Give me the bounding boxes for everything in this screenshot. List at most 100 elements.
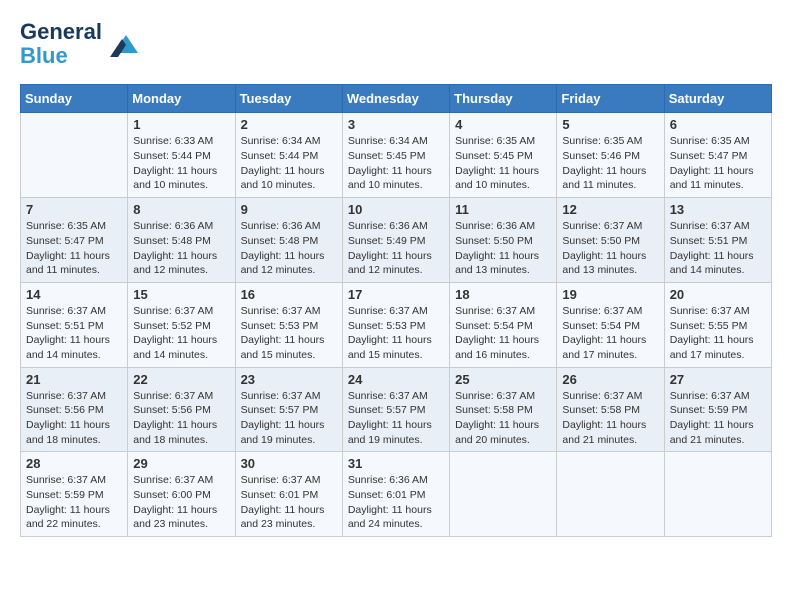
day-number: 23 <box>241 372 337 387</box>
calendar-cell: 16Sunrise: 6:37 AM Sunset: 5:53 PM Dayli… <box>235 282 342 367</box>
day-number: 3 <box>348 117 444 132</box>
day-info: Sunrise: 6:35 AM Sunset: 5:45 PM Dayligh… <box>455 134 551 193</box>
day-number: 22 <box>133 372 229 387</box>
calendar-cell: 14Sunrise: 6:37 AM Sunset: 5:51 PM Dayli… <box>21 282 128 367</box>
day-info: Sunrise: 6:37 AM Sunset: 6:00 PM Dayligh… <box>133 473 229 532</box>
calendar-cell <box>21 113 128 198</box>
header-day-tuesday: Tuesday <box>235 85 342 113</box>
day-number: 28 <box>26 456 122 471</box>
calendar-cell: 19 Sunrise: 6:37 AM Sunset: 5:54 PM Dayli… <box>557 282 664 367</box>
day-number: 20 <box>670 287 766 302</box>
calendar-cell: 8 Sunrise: 6:36 AM Sunset: 5:48 PM Daylig… <box>128 198 235 283</box>
calendar-cell: 7 Sunrise: 6:35 AM Sunset: 5:47 PM Daylig… <box>21 198 128 283</box>
day-info: Sunrise: 6:35 AM Sunset: 5:47 PM Dayligh… <box>26 219 122 278</box>
logo-text: GeneralBlue <box>20 20 102 68</box>
day-number: 9 <box>241 202 337 217</box>
calendar-cell <box>557 452 664 537</box>
day-info: Sunrise: 6:37 AM Sunset: 5:56 PM Dayligh… <box>26 389 122 448</box>
calendar-cell: 12 Sunrise: 6:37 AM Sunset: 5:50 PM Dayli… <box>557 198 664 283</box>
day-info: Sunrise: 6:37 AM Sunset: 5:58 PM Dayligh… <box>562 389 658 448</box>
calendar-cell <box>664 452 771 537</box>
calendar-body: 1Sunrise: 6:33 AM Sunset: 5:44 PM Daylig… <box>21 113 772 537</box>
day-info: Sunrise: 6:36 AM Sunset: 5:48 PM Dayligh… <box>133 219 229 278</box>
day-number: 30 <box>241 456 337 471</box>
day-number: 26 <box>562 372 658 387</box>
calendar-cell: 6 Sunrise: 6:35 AM Sunset: 5:47 PM Daylig… <box>664 113 771 198</box>
day-info: Sunrise: 6:35 AM Sunset: 5:47 PM Dayligh… <box>670 134 766 193</box>
day-info: Sunrise: 6:37 AM Sunset: 5:57 PM Dayligh… <box>241 389 337 448</box>
day-info: Sunrise: 6:36 AM Sunset: 5:48 PM Dayligh… <box>241 219 337 278</box>
header-day-saturday: Saturday <box>664 85 771 113</box>
day-info: Sunrise: 6:33 AM Sunset: 5:44 PM Dayligh… <box>133 134 229 193</box>
day-number: 6 <box>670 117 766 132</box>
calendar-cell: 24 Sunrise: 6:37 AM Sunset: 5:57 PM Dayli… <box>342 367 449 452</box>
calendar-cell: 25Sunrise: 6:37 AM Sunset: 5:58 PM Dayli… <box>450 367 557 452</box>
calendar-cell: 11 Sunrise: 6:36 AM Sunset: 5:50 PM Dayli… <box>450 198 557 283</box>
calendar-cell: 27 Sunrise: 6:37 AM Sunset: 5:59 PM Dayli… <box>664 367 771 452</box>
day-info: Sunrise: 6:34 AM Sunset: 5:44 PM Dayligh… <box>241 134 337 193</box>
calendar-cell: 31Sunrise: 6:36 AM Sunset: 6:01 PM Dayli… <box>342 452 449 537</box>
day-number: 19 <box>562 287 658 302</box>
day-number: 14 <box>26 287 122 302</box>
header-day-monday: Monday <box>128 85 235 113</box>
day-number: 10 <box>348 202 444 217</box>
logo-icon <box>104 25 142 63</box>
calendar-cell: 21Sunrise: 6:37 AM Sunset: 5:56 PM Dayli… <box>21 367 128 452</box>
calendar-cell: 29 Sunrise: 6:37 AM Sunset: 6:00 PM Dayli… <box>128 452 235 537</box>
day-info: Sunrise: 6:34 AM Sunset: 5:45 PM Dayligh… <box>348 134 444 193</box>
week-row-4: 21Sunrise: 6:37 AM Sunset: 5:56 PM Dayli… <box>21 367 772 452</box>
logo: GeneralBlue <box>20 20 142 68</box>
week-row-5: 28 Sunrise: 6:37 AM Sunset: 5:59 PM Dayli… <box>21 452 772 537</box>
day-number: 12 <box>562 202 658 217</box>
day-info: Sunrise: 6:37 AM Sunset: 5:56 PM Dayligh… <box>133 389 229 448</box>
calendar-cell: 3 Sunrise: 6:34 AM Sunset: 5:45 PM Daylig… <box>342 113 449 198</box>
day-info: Sunrise: 6:37 AM Sunset: 5:59 PM Dayligh… <box>26 473 122 532</box>
day-number: 13 <box>670 202 766 217</box>
day-info: Sunrise: 6:36 AM Sunset: 5:50 PM Dayligh… <box>455 219 551 278</box>
day-number: 29 <box>133 456 229 471</box>
header-row: SundayMondayTuesdayWednesdayThursdayFrid… <box>21 85 772 113</box>
calendar-cell: 23 Sunrise: 6:37 AM Sunset: 5:57 PM Dayli… <box>235 367 342 452</box>
day-number: 11 <box>455 202 551 217</box>
calendar-cell: 5 Sunrise: 6:35 AM Sunset: 5:46 PM Daylig… <box>557 113 664 198</box>
day-info: Sunrise: 6:37 AM Sunset: 5:59 PM Dayligh… <box>670 389 766 448</box>
calendar-cell: 10Sunrise: 6:36 AM Sunset: 5:49 PM Dayli… <box>342 198 449 283</box>
calendar-cell: 1Sunrise: 6:33 AM Sunset: 5:44 PM Daylig… <box>128 113 235 198</box>
calendar-cell <box>450 452 557 537</box>
day-info: Sunrise: 6:37 AM Sunset: 5:54 PM Dayligh… <box>455 304 551 363</box>
day-info: Sunrise: 6:37 AM Sunset: 5:57 PM Dayligh… <box>348 389 444 448</box>
logo-blue: Blue <box>20 43 68 68</box>
day-info: Sunrise: 6:37 AM Sunset: 6:01 PM Dayligh… <box>241 473 337 532</box>
day-info: Sunrise: 6:37 AM Sunset: 5:53 PM Dayligh… <box>348 304 444 363</box>
day-number: 15 <box>133 287 229 302</box>
day-info: Sunrise: 6:35 AM Sunset: 5:46 PM Dayligh… <box>562 134 658 193</box>
day-number: 17 <box>348 287 444 302</box>
calendar-cell: 30 Sunrise: 6:37 AM Sunset: 6:01 PM Dayli… <box>235 452 342 537</box>
day-number: 18 <box>455 287 551 302</box>
day-number: 8 <box>133 202 229 217</box>
day-number: 2 <box>241 117 337 132</box>
day-number: 5 <box>562 117 658 132</box>
calendar-cell: 4Sunrise: 6:35 AM Sunset: 5:45 PM Daylig… <box>450 113 557 198</box>
week-row-3: 14Sunrise: 6:37 AM Sunset: 5:51 PM Dayli… <box>21 282 772 367</box>
calendar-cell: 2 Sunrise: 6:34 AM Sunset: 5:44 PM Daylig… <box>235 113 342 198</box>
calendar-cell: 9 Sunrise: 6:36 AM Sunset: 5:48 PM Daylig… <box>235 198 342 283</box>
calendar-cell: 22 Sunrise: 6:37 AM Sunset: 5:56 PM Dayli… <box>128 367 235 452</box>
day-info: Sunrise: 6:36 AM Sunset: 6:01 PM Dayligh… <box>348 473 444 532</box>
calendar-cell: 13Sunrise: 6:37 AM Sunset: 5:51 PM Dayli… <box>664 198 771 283</box>
day-info: Sunrise: 6:37 AM Sunset: 5:54 PM Dayligh… <box>562 304 658 363</box>
week-row-2: 7 Sunrise: 6:35 AM Sunset: 5:47 PM Daylig… <box>21 198 772 283</box>
day-info: Sunrise: 6:37 AM Sunset: 5:55 PM Dayligh… <box>670 304 766 363</box>
calendar-cell: 17 Sunrise: 6:37 AM Sunset: 5:53 PM Dayli… <box>342 282 449 367</box>
calendar-cell: 28 Sunrise: 6:37 AM Sunset: 5:59 PM Dayli… <box>21 452 128 537</box>
day-number: 24 <box>348 372 444 387</box>
day-number: 7 <box>26 202 122 217</box>
calendar-cell: 15Sunrise: 6:37 AM Sunset: 5:52 PM Dayli… <box>128 282 235 367</box>
day-info: Sunrise: 6:37 AM Sunset: 5:58 PM Dayligh… <box>455 389 551 448</box>
day-info: Sunrise: 6:37 AM Sunset: 5:50 PM Dayligh… <box>562 219 658 278</box>
day-number: 27 <box>670 372 766 387</box>
calendar-header: SundayMondayTuesdayWednesdayThursdayFrid… <box>21 85 772 113</box>
header-day-sunday: Sunday <box>21 85 128 113</box>
calendar-cell: 26 Sunrise: 6:37 AM Sunset: 5:58 PM Dayli… <box>557 367 664 452</box>
calendar-cell: 18 Sunrise: 6:37 AM Sunset: 5:54 PM Dayli… <box>450 282 557 367</box>
